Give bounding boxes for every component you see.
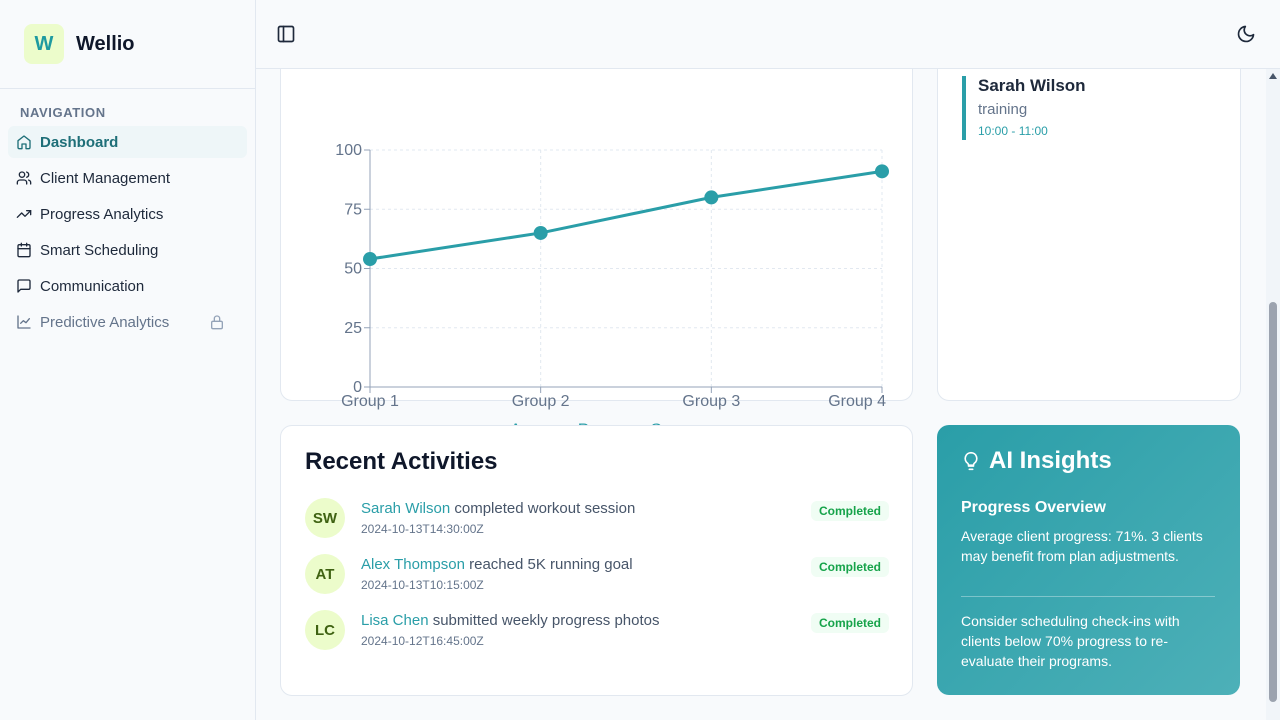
home-icon	[17, 135, 31, 150]
activity-timestamp: 2024-10-12T16:45:00Z	[361, 634, 484, 648]
schedule-session-type: training	[978, 101, 1028, 118]
calendar-icon	[17, 242, 31, 258]
activity-item: LC Lisa Chen submitted weekly progress p…	[305, 610, 889, 666]
data-point	[704, 190, 719, 205]
y-tick-label: 25	[344, 320, 362, 337]
lock-icon	[211, 315, 223, 330]
sidebar: W Wellio NAVIGATION Dashboard Client Man…	[0, 0, 256, 720]
sidebar-item-predictive-analytics[interactable]: Predictive Analytics	[8, 306, 247, 338]
activity-timestamp: 2024-10-13T10:15:00Z	[361, 578, 484, 592]
data-point	[363, 252, 377, 267]
sidebar-item-smart-scheduling[interactable]: Smart Scheduling	[8, 234, 247, 266]
activity-action: reached 5K running goal	[469, 556, 633, 573]
x-tick-label: Group 4	[828, 393, 886, 410]
sidebar-item-client-management[interactable]: Client Management	[8, 162, 247, 194]
sidebar-toggle-icon[interactable]	[276, 24, 296, 44]
schedule-card: Sarah Wilson training 10:00 - 11:00	[937, 69, 1241, 401]
users-icon	[16, 171, 32, 185]
main-content: 0255075100Group 1Group 2Group 3Group 4Av…	[256, 69, 1266, 720]
activity-action: submitted weekly progress photos	[432, 612, 660, 629]
brand: W Wellio	[0, 0, 255, 89]
sidebar-item-communication[interactable]: Communication	[8, 270, 247, 302]
x-tick-label: Group 1	[341, 393, 399, 410]
recent-activities-title: Recent Activities	[305, 448, 498, 475]
nav-list: Dashboard Client Management Progress Ana…	[0, 126, 255, 338]
status-badge: Completed	[810, 613, 889, 633]
topbar	[256, 0, 1280, 69]
sidebar-item-dashboard[interactable]: Dashboard	[8, 126, 247, 158]
activity-action: completed workout session	[454, 500, 636, 517]
progress-chart-card: 0255075100Group 1Group 2Group 3Group 4Av…	[280, 69, 913, 439]
divider	[961, 596, 1215, 597]
y-tick-label: 50	[344, 261, 362, 278]
ai-insight-text: Average client progress: 71%. 3 clients …	[961, 528, 1203, 564]
avatar: AT	[305, 554, 345, 594]
sidebar-item-label: Client Management	[40, 169, 171, 187]
activity-item: AT Alex Thompson reached 5K running goal…	[305, 554, 889, 610]
sidebar-item-label: Smart Scheduling	[40, 241, 159, 259]
ai-insights-subtitle: Progress Overview	[961, 499, 1106, 516]
activity-item: SW Sarah Wilson completed workout sessio…	[305, 498, 889, 554]
data-point	[875, 164, 889, 179]
scrollbar[interactable]	[1266, 69, 1280, 720]
schedule-client-name: Sarah Wilson	[978, 76, 1086, 95]
activity-list: SW Sarah Wilson completed workout sessio…	[305, 498, 889, 666]
activity-user-link[interactable]: Lisa Chen	[361, 612, 429, 629]
y-tick-label: 100	[335, 142, 362, 159]
activity-text: Alex Thompson reached 5K running goal	[361, 556, 633, 573]
activity-user-link[interactable]: Sarah Wilson	[361, 500, 450, 517]
y-tick-label: 75	[344, 201, 362, 218]
moon-icon[interactable]	[1236, 24, 1256, 44]
brand-logo[interactable]: W	[24, 24, 64, 64]
sidebar-item-label: Progress Analytics	[40, 205, 164, 223]
avatar: SW	[305, 498, 345, 538]
sidebar-item-progress-analytics[interactable]: Progress Analytics	[8, 198, 247, 230]
nav-section-title: NAVIGATION	[20, 105, 106, 120]
scrollbar-thumb[interactable]	[1269, 302, 1277, 702]
activity-text: Sarah Wilson completed workout session	[361, 500, 635, 517]
trending-up-icon	[16, 210, 32, 218]
progress-line-chart: 0255075100Group 1Group 2Group 3Group 4Av…	[335, 142, 889, 439]
schedule-entry[interactable]: Sarah Wilson training 10:00 - 11:00	[962, 76, 1086, 140]
sidebar-item-label: Communication	[40, 277, 145, 295]
data-point	[533, 225, 548, 240]
x-tick-label: Group 3	[682, 393, 740, 410]
status-badge: Completed	[810, 557, 889, 577]
ai-insights-card: AI Insights Progress Overview Average cl…	[937, 425, 1240, 695]
ai-insights-header: AI Insights	[961, 447, 1112, 475]
brand-name[interactable]: Wellio	[76, 33, 135, 56]
avatar: LC	[305, 610, 345, 650]
schedule-time: 10:00 - 11:00	[978, 124, 1048, 138]
ai-insights-title: AI Insights	[989, 447, 1112, 474]
series-line	[369, 169, 883, 261]
sidebar-item-label: Predictive Analytics	[40, 313, 170, 331]
lightbulb-icon	[964, 451, 978, 471]
ai-insight-text: Consider scheduling check-ins with clien…	[961, 613, 1180, 669]
activity-timestamp: 2024-10-13T14:30:00Z	[361, 522, 484, 536]
scroll-up-arrow[interactable]	[1269, 73, 1277, 79]
line-chart-icon	[17, 315, 31, 329]
sidebar-item-label: Dashboard	[40, 133, 119, 151]
x-tick-label: Group 2	[512, 393, 570, 410]
message-icon	[17, 279, 31, 293]
activity-user-link[interactable]: Alex Thompson	[361, 556, 465, 573]
recent-activities-card: Recent Activities SW Sarah Wilson comple…	[280, 425, 913, 696]
status-badge: Completed	[810, 501, 889, 521]
activity-text: Lisa Chen submitted weekly progress phot…	[361, 612, 660, 629]
